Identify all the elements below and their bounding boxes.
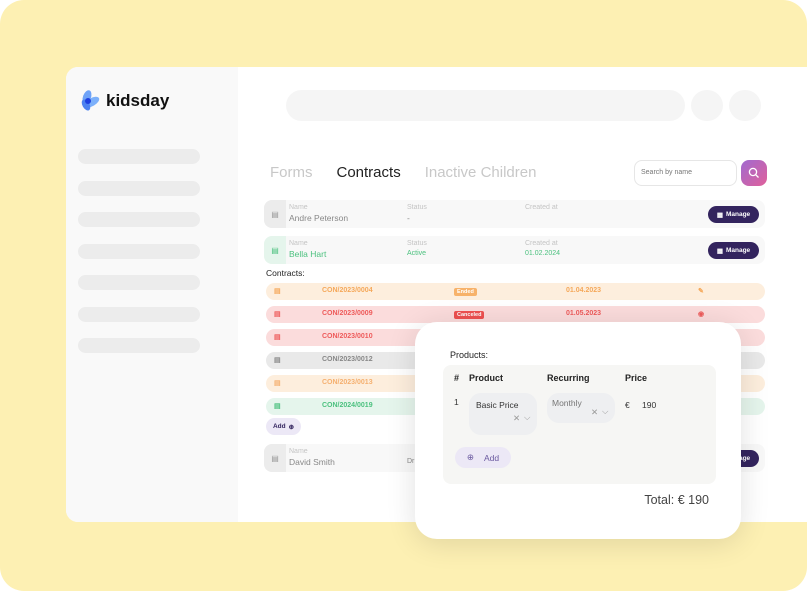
products-table: # Product Recurring Price 1 Basic Price … xyxy=(443,365,716,484)
top-search-bar[interactable] xyxy=(286,90,685,121)
document-icon: ▤ xyxy=(274,288,281,295)
header-index: # xyxy=(454,373,460,383)
child-row: ▤ Name Andre Peterson Status - Created a… xyxy=(264,200,765,228)
manage-button[interactable]: ▦Manage xyxy=(708,206,759,223)
contract-row[interactable]: ▤ CON/2023/0009 Canceled 01.05.2023 ◉ xyxy=(266,306,765,323)
clear-icon[interactable]: ✕ xyxy=(513,413,520,424)
contract-row[interactable]: ▤ CON/2023/0004 Ended 01.04.2023 ✎ xyxy=(266,283,765,300)
clear-icon[interactable]: ✕ xyxy=(591,407,598,418)
chevron-down-icon[interactable]: ⌵ xyxy=(524,412,530,423)
manage-icon: ▦ xyxy=(716,247,723,255)
document-icon: ▤ xyxy=(274,311,281,318)
header-product: Product xyxy=(469,373,504,383)
manage-button[interactable]: ▦Manage xyxy=(708,242,759,259)
status-label: Status xyxy=(407,204,427,211)
add-contract-button[interactable]: Add ⊕ xyxy=(266,418,301,435)
contract-date: 01.04.2023 xyxy=(566,287,602,294)
name-label: Name xyxy=(289,240,308,247)
row-index: 1 xyxy=(454,397,459,407)
contract-id: CON/2023/0004 xyxy=(322,287,373,294)
product-value: Basic Price xyxy=(476,400,519,410)
created-label: Created at xyxy=(525,204,558,211)
products-title: Products: xyxy=(450,350,489,360)
document-icon: ▤ xyxy=(274,380,281,387)
status-badge: Canceled xyxy=(454,311,485,319)
header-button[interactable] xyxy=(691,90,723,121)
edit-icon[interactable]: ✎ xyxy=(698,287,704,295)
name-label: Name xyxy=(289,204,308,211)
name-label: Name xyxy=(289,448,308,455)
add-label: Add xyxy=(272,423,286,430)
recurring-value: Monthly xyxy=(552,398,582,408)
contracts-title: Contracts: xyxy=(266,268,305,278)
document-icon: ▤ xyxy=(274,357,281,364)
contract-id: CON/2023/0013 xyxy=(322,379,373,386)
header-recurring: Recurring xyxy=(547,373,590,383)
created-label: Created at xyxy=(525,240,558,247)
child-name: Bella Hart xyxy=(289,249,327,259)
price-input[interactable]: 190 xyxy=(642,400,656,410)
manage-icon: ▦ xyxy=(716,211,723,219)
sidebar: kidsday xyxy=(66,67,238,522)
search-icon xyxy=(748,167,759,178)
child-status: Active xyxy=(407,250,427,257)
add-product-button[interactable]: ⊕ Add xyxy=(455,447,511,468)
eye-icon[interactable]: ◉ xyxy=(698,310,704,318)
tab-inactive-children[interactable]: Inactive Children xyxy=(425,164,537,181)
contract-id: CON/2023/0010 xyxy=(322,333,373,340)
search-button[interactable] xyxy=(741,160,767,186)
child-created: 01.02.2024 xyxy=(525,250,561,257)
document-icon: ▤ xyxy=(274,403,281,410)
total: Total: € 190 xyxy=(644,493,709,507)
document-icon: ▤ xyxy=(264,444,286,472)
sidebar-item[interactable] xyxy=(78,307,200,322)
contract-id: CON/2023/0012 xyxy=(322,356,373,363)
add-label: Add xyxy=(484,452,500,463)
currency: € xyxy=(625,400,630,410)
child-status: Dr xyxy=(407,458,415,465)
search-input[interactable]: Search by name xyxy=(634,160,737,186)
manage-label: Manage xyxy=(725,247,751,254)
sidebar-item[interactable] xyxy=(78,212,200,227)
contract-id: CON/2023/0009 xyxy=(322,310,373,317)
document-icon: ▤ xyxy=(274,334,281,341)
tab-forms[interactable]: Forms xyxy=(270,164,313,181)
contract-id: CON/2024/0019 xyxy=(322,402,373,409)
status-badge: Ended xyxy=(454,288,477,296)
product-select[interactable]: Basic Price ✕ ⌵ xyxy=(469,393,537,435)
sidebar-item[interactable] xyxy=(78,181,200,196)
manage-label: Manage xyxy=(725,211,751,218)
products-modal: Products: # Product Recurring Price 1 Ba… xyxy=(415,322,741,539)
child-name: David Smith xyxy=(289,457,335,467)
chevron-down-icon[interactable]: ⌵ xyxy=(602,406,608,417)
logo: kidsday xyxy=(78,89,169,113)
logo-text: kidsday xyxy=(106,91,170,110)
header-button[interactable] xyxy=(729,90,761,121)
recurring-select[interactable]: Monthly ✕ ⌵ xyxy=(547,393,615,423)
tab-contracts[interactable]: Contracts xyxy=(337,164,401,181)
contract-date: 01.05.2023 xyxy=(566,310,602,317)
sidebar-item[interactable] xyxy=(78,275,200,290)
sidebar-item[interactable] xyxy=(78,149,200,164)
plus-circle-icon: ⊕ xyxy=(288,423,295,431)
header-price: Price xyxy=(625,373,648,383)
child-name: Andre Peterson xyxy=(289,213,349,223)
sidebar-item[interactable] xyxy=(78,338,200,353)
sidebar-item[interactable] xyxy=(78,244,200,259)
child-status: - xyxy=(407,213,410,223)
tabs: Forms Contracts Inactive Children xyxy=(270,164,536,181)
plus-circle-icon: ⊕ xyxy=(466,452,474,462)
kidsday-logo-icon xyxy=(81,90,100,111)
child-row: ▤ Name Bella Hart Status Active Created … xyxy=(264,236,765,264)
status-label: Status xyxy=(407,240,427,247)
document-icon: ▤ xyxy=(264,200,286,228)
document-icon: ▤ xyxy=(264,236,286,264)
